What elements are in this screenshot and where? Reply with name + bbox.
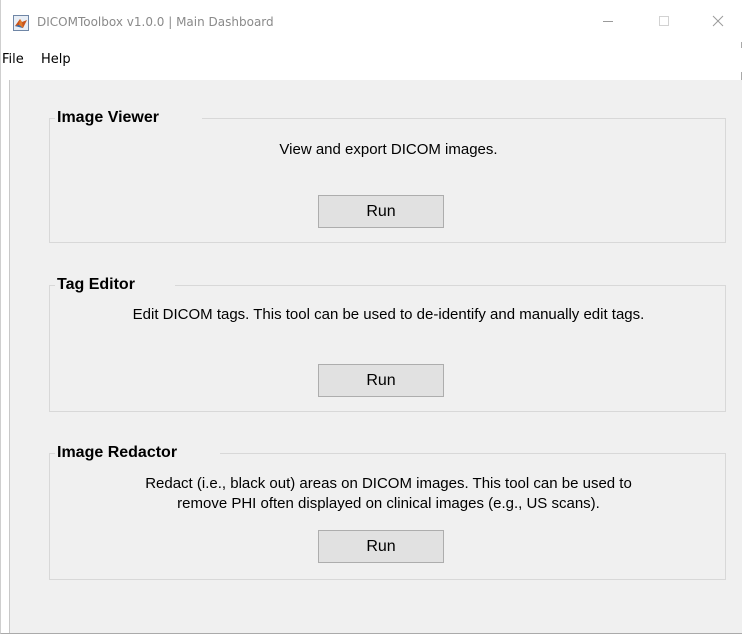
panel-title-image-viewer: Image Viewer xyxy=(55,109,161,127)
window-title: DICOMToolbox v1.0.0 | Main Dashboard xyxy=(37,15,274,29)
panel-image-redactor: Image Redactor Redact (i.e., black out) … xyxy=(49,444,727,580)
panel-tag-editor: Tag Editor Edit DICOM tags. This tool ca… xyxy=(49,276,727,412)
panel-description-image-viewer: View and export DICOM images. xyxy=(50,140,727,160)
description-line: Edit DICOM tags. This tool can be used t… xyxy=(132,306,645,323)
panel-description-image-redactor: Redact (i.e., black out) areas on DICOM … xyxy=(50,474,727,514)
run-tag-editor-button[interactable]: Run xyxy=(318,364,444,397)
description-line: Redact (i.e., black out) areas on DICOM … xyxy=(145,475,632,492)
panel-description-tag-editor: Edit DICOM tags. This tool can be used t… xyxy=(50,305,727,325)
menu-bar: File Help xyxy=(1,48,742,72)
panel-image-viewer: Image Viewer View and export DICOM image… xyxy=(49,109,727,243)
description-line: remove PHI often displayed on clinical i… xyxy=(177,495,600,512)
run-image-redactor-button[interactable]: Run xyxy=(318,530,444,563)
panel-title-image-redactor: Image Redactor xyxy=(55,444,180,462)
close-icon xyxy=(712,15,724,27)
description-line: View and export DICOM images. xyxy=(279,141,498,158)
menu-file[interactable]: File xyxy=(2,52,24,67)
panel-title-tag-editor: Tag Editor xyxy=(55,276,137,294)
matlab-icon xyxy=(13,15,29,31)
run-image-viewer-button[interactable]: Run xyxy=(318,195,444,228)
close-button[interactable] xyxy=(695,0,741,42)
menu-help[interactable]: Help xyxy=(41,52,71,67)
minimize-icon xyxy=(603,21,613,22)
maximize-icon xyxy=(659,16,669,26)
app-window: DICOMToolbox v1.0.0 | Main Dashboard Fil… xyxy=(0,0,742,634)
dashboard-content: Image Viewer View and export DICOM image… xyxy=(9,80,742,633)
minimize-button[interactable] xyxy=(585,0,631,42)
maximize-button[interactable] xyxy=(641,0,687,42)
title-bar[interactable]: DICOMToolbox v1.0.0 | Main Dashboard xyxy=(1,0,742,42)
